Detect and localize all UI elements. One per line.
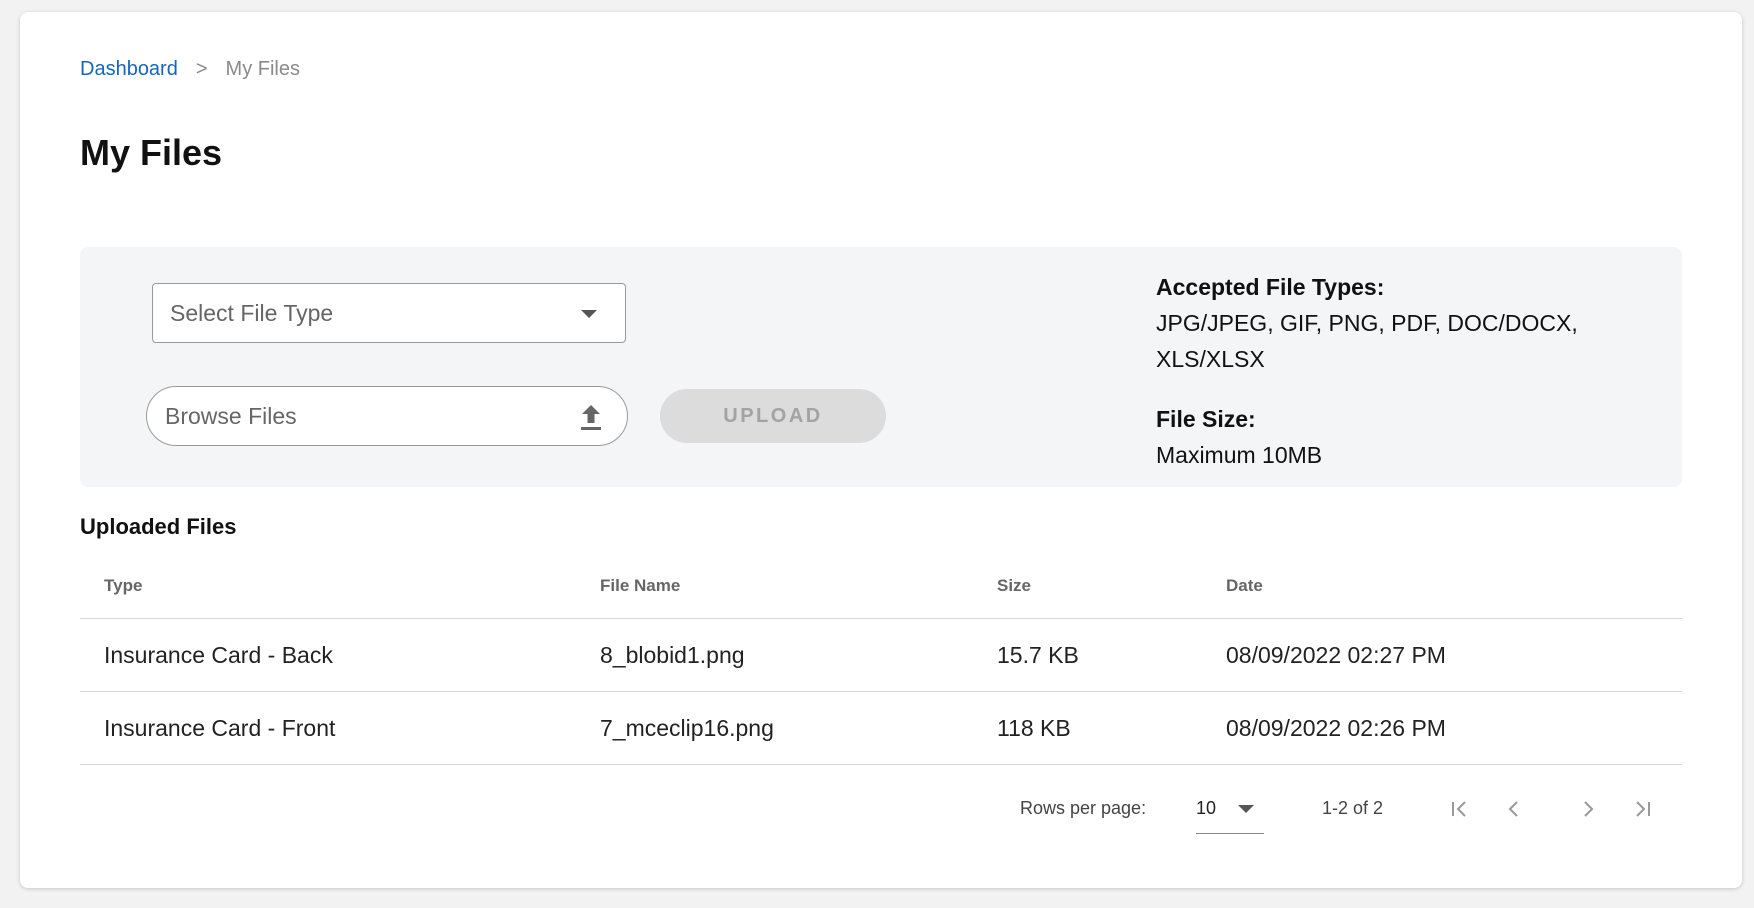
cell-size: 118 KB xyxy=(997,714,1071,741)
cell-file-name: 8_blobid1.png xyxy=(600,641,745,668)
rows-per-page-value: 10 xyxy=(1196,798,1217,818)
cell-type: Insurance Card - Back xyxy=(104,641,333,668)
column-header-date: Date xyxy=(1226,576,1263,595)
upload-button[interactable]: UPLOAD xyxy=(660,389,886,443)
browse-files-input[interactable]: Browse Files xyxy=(146,386,628,446)
column-header-size: Size xyxy=(997,576,1032,595)
last-page-button[interactable] xyxy=(1624,794,1660,824)
chevron-left-icon xyxy=(1508,801,1518,817)
page-title: My Files xyxy=(80,132,223,173)
column-header-file-name: File Name xyxy=(600,576,681,595)
table-row[interactable]: Insurance Card - Back 8_blobid1.png 15.7… xyxy=(80,619,1682,692)
breadcrumb-current: My Files xyxy=(225,58,300,80)
file-size-heading: File Size: xyxy=(1156,406,1256,432)
breadcrumb-dashboard-link[interactable]: Dashboard xyxy=(80,58,178,81)
cell-file-name: 7_mceclip16.png xyxy=(600,714,774,741)
uploaded-files-table: Type File Name Size Date Insurance Card … xyxy=(80,560,1682,765)
file-size-text: Maximum 10MB xyxy=(1156,442,1323,468)
first-page-icon xyxy=(1452,801,1466,817)
cell-size: 15.7 KB xyxy=(997,641,1079,668)
table-row[interactable]: Insurance Card - Front 7_mceclip16.png 1… xyxy=(80,692,1682,765)
chevron-down-icon xyxy=(581,310,597,318)
chevron-down-icon xyxy=(1238,805,1254,813)
column-header-type: Type xyxy=(104,576,143,595)
upload-info: Accepted File Types: JPG/JPEG, GIF, PNG,… xyxy=(1156,269,1636,473)
chevron-right-icon xyxy=(1584,801,1594,817)
rows-per-page-label: Rows per page: xyxy=(1020,798,1147,818)
upload-panel: Select File Type Browse Files UPLOAD Acc… xyxy=(80,247,1682,487)
file-type-select-placeholder: Select File Type xyxy=(170,299,334,326)
file-type-select[interactable]: Select File Type xyxy=(152,283,626,343)
browse-files-placeholder: Browse Files xyxy=(165,402,297,429)
first-page-button[interactable] xyxy=(1442,794,1478,824)
cell-date: 08/09/2022 02:26 PM xyxy=(1226,714,1446,741)
table-header-row: Type File Name Size Date xyxy=(80,560,1682,619)
upload-icon[interactable] xyxy=(577,402,605,432)
pagination: Rows per page: 10 1-2 of 2 xyxy=(20,794,1742,834)
cell-type: Insurance Card - Front xyxy=(104,714,336,741)
cell-date: 08/09/2022 02:27 PM xyxy=(1226,641,1446,668)
last-page-icon xyxy=(1636,801,1650,817)
my-files-card: Dashboard > My Files My Files Select Fil… xyxy=(20,12,1742,888)
previous-page-button[interactable] xyxy=(1496,794,1532,824)
pagination-range: 1-2 of 2 xyxy=(1322,798,1384,818)
next-page-button[interactable] xyxy=(1570,794,1606,824)
accepted-types-heading: Accepted File Types: xyxy=(1156,274,1385,300)
breadcrumb-separator: > xyxy=(195,58,208,80)
accepted-types-text: JPG/JPEG, GIF, PNG, PDF, DOC/DOCX, XLS/X… xyxy=(1156,310,1578,372)
rows-per-page-select[interactable]: 10 xyxy=(1196,794,1264,834)
uploaded-files-title: Uploaded Files xyxy=(80,514,237,539)
breadcrumb: Dashboard > My Files xyxy=(80,58,300,81)
